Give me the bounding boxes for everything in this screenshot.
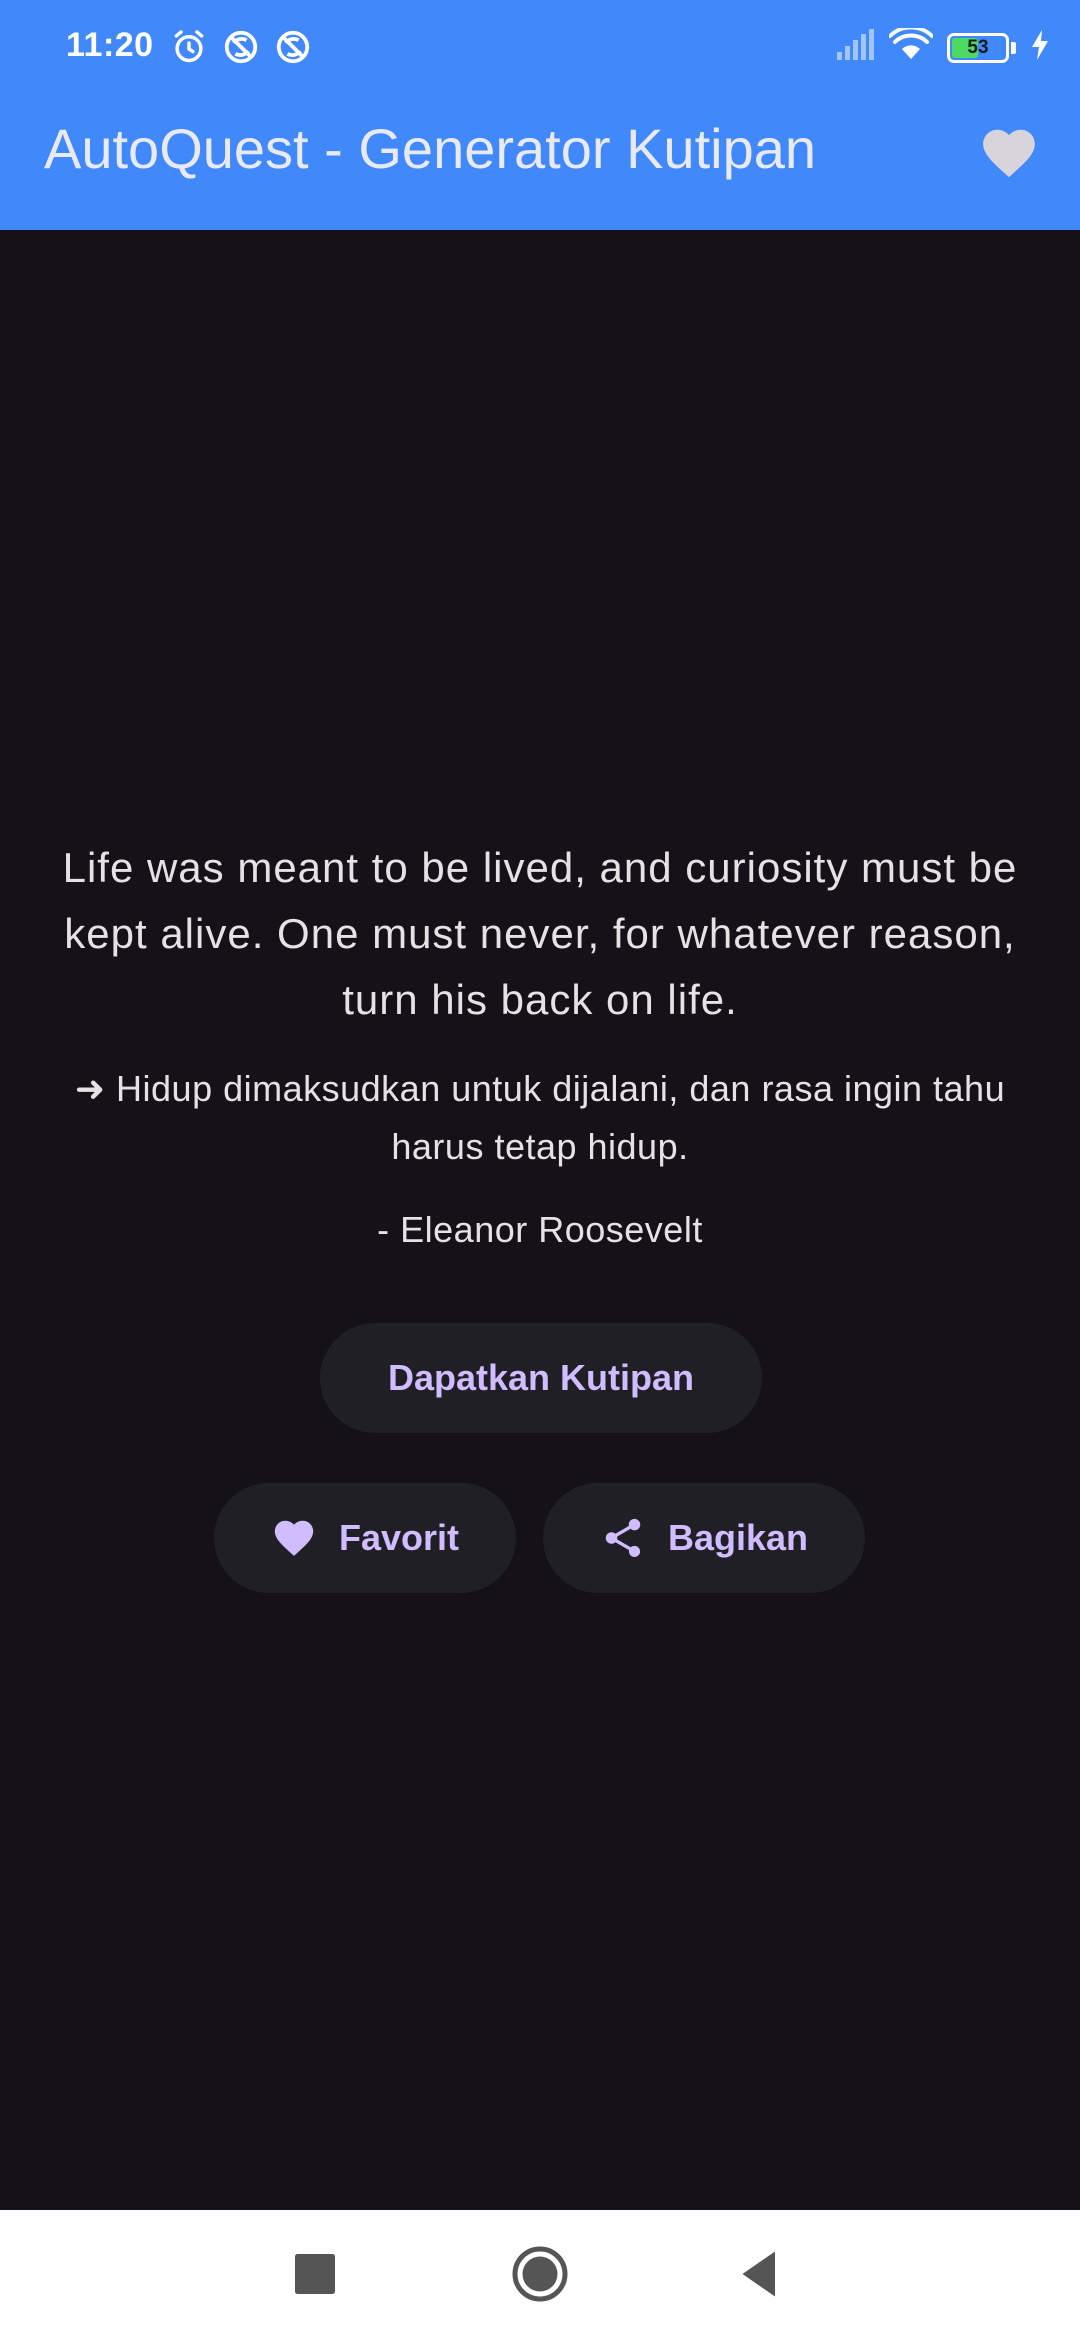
main-content: Life was meant to be lived, and curiosit… bbox=[0, 230, 1080, 2210]
back-icon bbox=[730, 2244, 790, 2309]
quote-translation: ➜ Hidup dimaksudkan untuk dijalani, dan … bbox=[74, 1068, 1006, 1167]
top-bar-region: 11:20 53 AutoQuest - Generator Kutipan bbox=[0, 0, 1080, 230]
get-quote-label: Dapatkan Kutipan bbox=[387, 1357, 695, 1398]
home-button[interactable] bbox=[502, 2238, 578, 2314]
do-not-disturb-icon bbox=[274, 28, 312, 71]
share-button[interactable]: Bagikan bbox=[543, 1483, 865, 1593]
charging-icon bbox=[1030, 29, 1050, 66]
navigation-bar bbox=[0, 2210, 1080, 2340]
favorites-button[interactable] bbox=[974, 120, 1044, 190]
favorite-label: Favorit bbox=[338, 1517, 460, 1558]
wifi-icon bbox=[888, 25, 934, 67]
status-bar: 11:20 53 bbox=[0, 0, 1080, 96]
heart-icon bbox=[271, 1515, 317, 1561]
back-button[interactable] bbox=[722, 2238, 798, 2314]
battery-icon: 53 bbox=[947, 32, 1009, 63]
status-icons-right: 53 bbox=[835, 25, 1050, 67]
signal-icon bbox=[835, 28, 875, 67]
status-icons-left bbox=[170, 28, 312, 71]
battery-level: 53 bbox=[967, 36, 989, 58]
recent-apps-button[interactable] bbox=[277, 2238, 353, 2314]
do-not-disturb-icon bbox=[222, 28, 260, 71]
share-label: Bagikan bbox=[667, 1517, 809, 1558]
quote-text: Life was meant to be lived, and curiosit… bbox=[62, 844, 1018, 1023]
recent-apps-icon bbox=[285, 2244, 345, 2309]
get-quote-button[interactable]: Dapatkan Kutipan bbox=[320, 1323, 762, 1433]
share-icon bbox=[600, 1515, 646, 1561]
alarm-icon bbox=[170, 28, 208, 71]
heart-icon bbox=[978, 122, 1040, 189]
app-bar: AutoQuest - Generator Kutipan bbox=[0, 96, 1080, 230]
status-time: 11:20 bbox=[66, 26, 154, 64]
home-icon bbox=[510, 2244, 570, 2309]
app-title: AutoQuest - Generator Kutipan bbox=[44, 117, 816, 180]
battery-tip bbox=[1011, 41, 1016, 54]
favorite-button[interactable]: Favorit bbox=[214, 1483, 516, 1593]
quote-author: - Eleanor Roosevelt bbox=[377, 1209, 703, 1250]
